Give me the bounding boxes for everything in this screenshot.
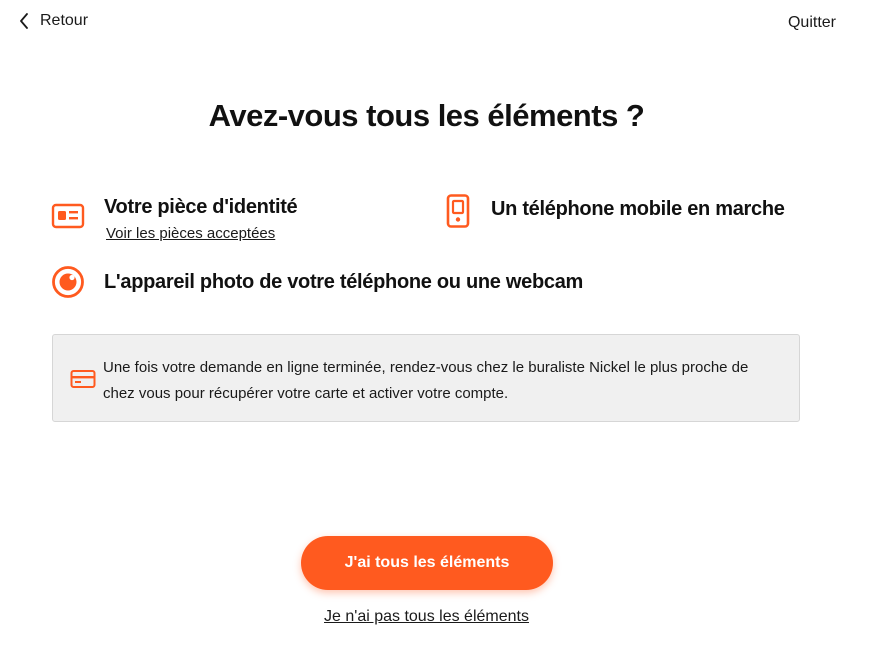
info-box: Une fois votre demande en ligne terminée… (52, 334, 800, 422)
requirement-id-document: Votre pièce d'identité Voir les pièces a… (51, 196, 298, 242)
chevron-left-icon (20, 13, 28, 29)
requirement-camera: L'appareil photo de votre téléphone ou u… (51, 265, 583, 299)
top-bar: Retour Quitter (0, 0, 869, 48)
requirement-label: Votre pièce d'identité (104, 196, 298, 218)
has-all-items-button[interactable]: J'ai tous les éléments (301, 536, 553, 590)
requirement-label: Un téléphone mobile en marche (491, 198, 785, 220)
page-title: Avez-vous tous les éléments ? (208, 98, 645, 133)
accepted-documents-link[interactable]: Voir les pièces acceptées (106, 225, 297, 242)
missing-items-link[interactable]: Je n'ai pas tous les éléments (0, 608, 853, 626)
back-label: Retour (40, 12, 89, 29)
mobile-phone-icon (446, 194, 470, 228)
quit-button[interactable]: Quitter (788, 14, 836, 32)
back-button[interactable]: Retour (18, 12, 88, 30)
camera-lens-icon (52, 266, 84, 298)
requirement-mobile-phone: Un téléphone mobile en marche (441, 194, 785, 228)
info-message: Une fois votre demande en ligne terminée… (103, 359, 749, 402)
requirement-label: L'appareil photo de votre téléphone ou u… (104, 271, 584, 293)
credit-card-icon (70, 370, 96, 388)
id-card-icon (51, 203, 85, 229)
